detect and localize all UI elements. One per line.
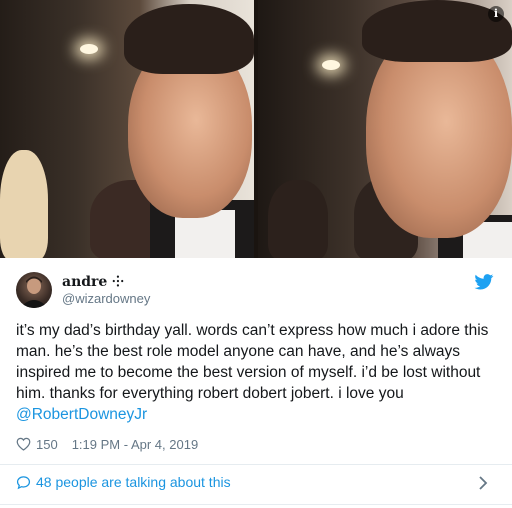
display-name[interactable]: andre ⸭ <box>62 272 124 291</box>
divider <box>0 504 512 505</box>
user-handle[interactable]: @wizardowney <box>62 291 150 306</box>
mention-link[interactable]: @RobertDowneyJr <box>16 406 147 423</box>
avatar[interactable] <box>16 272 52 308</box>
media-info-icon[interactable]: i <box>488 6 504 22</box>
media-photo-left[interactable] <box>0 0 254 258</box>
timestamp[interactable]: 1:19 PM - Apr 4, 2019 <box>72 437 198 452</box>
tweet-media[interactable]: i <box>0 0 512 258</box>
talking-label[interactable]: 48 people are talking about this <box>36 474 231 490</box>
tweet-text: it’s my dad’s birthday yall. words can’t… <box>16 320 496 425</box>
bystander-left <box>268 180 328 258</box>
ceiling-light <box>322 60 340 70</box>
divider <box>0 464 512 465</box>
bystander-blonde <box>0 150 48 258</box>
tweet-body: it’s my dad’s birthday yall. words can’t… <box>16 322 489 402</box>
avatar-figure <box>20 276 48 308</box>
media-photo-right[interactable]: i <box>258 0 512 258</box>
talking-link[interactable]: 48 people are talking about this <box>16 474 231 490</box>
tweet-meta: 150 1:19 PM - Apr 4, 2019 <box>16 434 198 454</box>
ceiling-light <box>80 44 98 54</box>
twitter-bird-icon[interactable] <box>474 274 494 290</box>
heart-icon[interactable] <box>16 437 31 451</box>
chevron-right-icon[interactable] <box>478 476 488 490</box>
hair <box>124 4 254 74</box>
speech-bubble-icon <box>16 475 31 489</box>
like-count[interactable]: 150 <box>36 437 58 452</box>
